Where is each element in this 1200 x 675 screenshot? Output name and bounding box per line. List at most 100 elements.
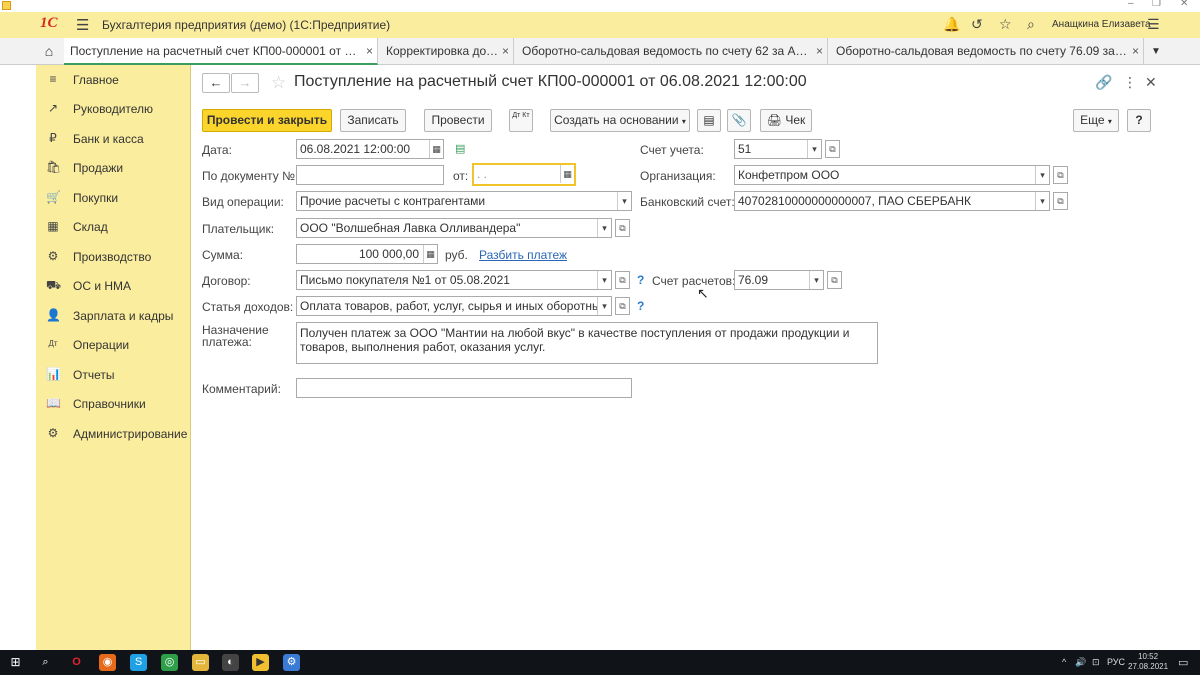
open-settlement-account-icon[interactable]: ⧉	[827, 271, 842, 289]
income-help-icon[interactable]: ?	[637, 299, 644, 313]
numbering-icon[interactable]: ▤	[455, 142, 465, 155]
favorite-star-icon[interactable]: ☆	[271, 73, 286, 93]
chevron-down-icon[interactable]: ▾	[597, 271, 611, 289]
doc-number-input[interactable]	[296, 165, 444, 185]
history-icon[interactable]: ↺	[971, 16, 983, 33]
split-payment-link[interactable]: Разбить платеж	[479, 248, 567, 262]
search-icon[interactable]: ⌕	[1027, 16, 1035, 33]
open-income-item-icon[interactable]: ⧉	[615, 297, 630, 315]
sidebar-item-warehouse[interactable]: ▦ Склад	[36, 216, 191, 238]
payer-select[interactable]: ООО "Волшебная Лавка Олливандера" ▾	[296, 218, 612, 238]
notifications-icon[interactable]: ▭	[1178, 656, 1188, 669]
calculator-icon[interactable]: ▦	[423, 245, 437, 263]
user-name[interactable]: Анащкина Елизавета	[1052, 19, 1151, 30]
chevron-down-icon[interactable]: ▾	[807, 140, 821, 158]
chevron-down-icon[interactable]: ▾	[809, 271, 823, 289]
open-organization-icon[interactable]: ⧉	[1053, 166, 1068, 184]
save-button[interactable]: Записать	[340, 109, 406, 132]
restore-button[interactable]: ❐	[1152, 0, 1161, 9]
account-select[interactable]: 51 ▾	[734, 139, 822, 159]
operation-type-select[interactable]: Прочие расчеты с контрагентами ▾	[296, 191, 632, 211]
contract-help-icon[interactable]: ?	[637, 273, 644, 287]
menu-icon[interactable]: ☰	[76, 16, 89, 34]
close-icon[interactable]: ✕	[1145, 74, 1157, 91]
language-indicator[interactable]: РУС	[1107, 657, 1125, 667]
open-payer-icon[interactable]: ⧉	[615, 219, 630, 237]
tray-chevron-icon[interactable]: ^	[1062, 657, 1066, 667]
date-field[interactable]: 06.08.2021 12:00:00 ▦	[296, 139, 444, 159]
firefox-icon[interactable]: ◉	[99, 654, 116, 671]
tab-debt-adjustment[interactable]: Корректировка долга ×	[380, 38, 514, 65]
home-icon[interactable]: ⌂	[36, 38, 62, 65]
close-window-button[interactable]: ✕	[1180, 0, 1188, 9]
receipt-button[interactable]: 🖨 Чек	[760, 109, 812, 132]
taskbar-search-icon[interactable]: ⌕	[37, 654, 54, 671]
post-and-close-button[interactable]: Провести и закрыть	[202, 109, 332, 132]
settings-menu-icon[interactable]: ☰	[1147, 16, 1160, 33]
tab-bank-receipt[interactable]: Поступление на расчетный счет КП00-00000…	[64, 38, 378, 65]
1c-taskbar-icon[interactable]: ▶	[252, 654, 269, 671]
structure-icon[interactable]: ▤	[697, 109, 721, 132]
sidebar-item-operations[interactable]: Дт Операции	[36, 334, 191, 356]
income-item-select[interactable]: Оплата товаров, работ, услуг, сырья и ин…	[296, 296, 612, 316]
app-icon-dark[interactable]: ◐	[222, 654, 239, 671]
bell-icon[interactable]: 🔔	[943, 16, 960, 33]
sidebar-item-main[interactable]: ≡ Главное	[36, 69, 191, 91]
sidebar-item-assets[interactable]: ⛟ ОС и НМА	[36, 275, 191, 297]
sidebar-item-reports[interactable]: 📊 Отчеты	[36, 364, 191, 386]
attachment-icon[interactable]: 📎	[727, 109, 751, 132]
open-account-icon[interactable]: ⧉	[825, 140, 840, 158]
close-tab-icon[interactable]: ×	[366, 38, 373, 63]
open-contract-icon[interactable]: ⧉	[615, 271, 630, 289]
minimize-button[interactable]: –	[1128, 0, 1134, 9]
open-bank-account-icon[interactable]: ⧉	[1053, 192, 1068, 210]
create-based-on-button[interactable]: Создать на основании ▾	[550, 109, 690, 132]
explorer-icon[interactable]: ▭	[192, 654, 209, 671]
close-tab-icon[interactable]: ×	[1132, 38, 1139, 65]
chevron-down-icon[interactable]: ▾	[1035, 192, 1049, 210]
skype-icon[interactable]: S	[130, 654, 147, 671]
comment-input[interactable]	[296, 378, 632, 398]
sum-input[interactable]: 100 000,00 ▦	[296, 244, 438, 264]
close-tab-icon[interactable]: ×	[502, 38, 509, 65]
tab-osv-62[interactable]: Оборотно-сальдовая ведомость по счету 62…	[516, 38, 828, 65]
contract-select[interactable]: Письмо покупателя №1 от 05.08.2021 ▾	[296, 270, 612, 290]
windows-start-icon[interactable]: ⊞	[7, 654, 24, 671]
tabs-more-icon[interactable]: ▼	[1146, 38, 1166, 65]
chrome-icon[interactable]: ◎	[161, 654, 178, 671]
sidebar-item-catalogs[interactable]: 📖 Справочники	[36, 393, 191, 415]
chevron-down-icon[interactable]: ▾	[617, 192, 631, 210]
sidebar-item-bank[interactable]: ₽ Банк и касса	[36, 128, 191, 150]
more-vertical-icon[interactable]: ⋮	[1123, 74, 1137, 91]
from-date-field[interactable]: . . ▦	[472, 163, 576, 186]
sidebar-item-sales[interactable]: 🛍 Продажи	[36, 157, 191, 179]
forward-button[interactable]: →	[231, 73, 259, 93]
sidebar-item-manager[interactable]: ↗ Руководителю	[36, 98, 191, 120]
dtkt-button[interactable]: Дт Кт	[509, 109, 533, 132]
more-button[interactable]: Еще ▾	[1073, 109, 1119, 132]
star-icon[interactable]: ☆	[999, 16, 1012, 33]
sidebar-item-admin[interactable]: ⚙ Администрирование	[36, 423, 191, 445]
app-icon-blue[interactable]: ⚙	[283, 654, 300, 671]
volume-icon[interactable]: 🔊	[1075, 657, 1086, 668]
organization-select[interactable]: Конфетпром ООО ▾	[734, 165, 1050, 185]
purpose-textarea[interactable]: Получен платеж за ООО "Мантии на любой в…	[296, 322, 878, 364]
settlement-account-select[interactable]: 76.09 ▾	[734, 270, 824, 290]
sidebar-item-payroll[interactable]: 👤 Зарплата и кадры	[36, 305, 191, 327]
calendar-icon[interactable]: ▦	[560, 165, 574, 183]
calendar-icon[interactable]: ▦	[429, 140, 443, 158]
sidebar-item-production[interactable]: ⚙ Производство	[36, 246, 191, 268]
chevron-down-icon[interactable]: ▾	[597, 297, 611, 315]
clock[interactable]: 10:52 27.08.2021	[1128, 652, 1168, 672]
help-button[interactable]: ?	[1127, 109, 1151, 132]
chevron-down-icon[interactable]: ▾	[1035, 166, 1049, 184]
close-tab-icon[interactable]: ×	[816, 38, 823, 65]
bank-account-select[interactable]: 40702810000000000007, ПАО СБЕРБАНК ▾	[734, 191, 1050, 211]
tab-osv-7609[interactable]: Оборотно-сальдовая ведомость по счету 76…	[830, 38, 1144, 65]
opera-icon[interactable]: O	[68, 654, 85, 671]
sidebar-item-purchases[interactable]: 🛒 Покупки	[36, 187, 191, 209]
back-button[interactable]: ←	[202, 73, 230, 93]
network-icon[interactable]: ⊡	[1092, 657, 1100, 668]
post-button[interactable]: Провести	[424, 109, 492, 132]
link-icon[interactable]: 🔗	[1095, 74, 1112, 91]
